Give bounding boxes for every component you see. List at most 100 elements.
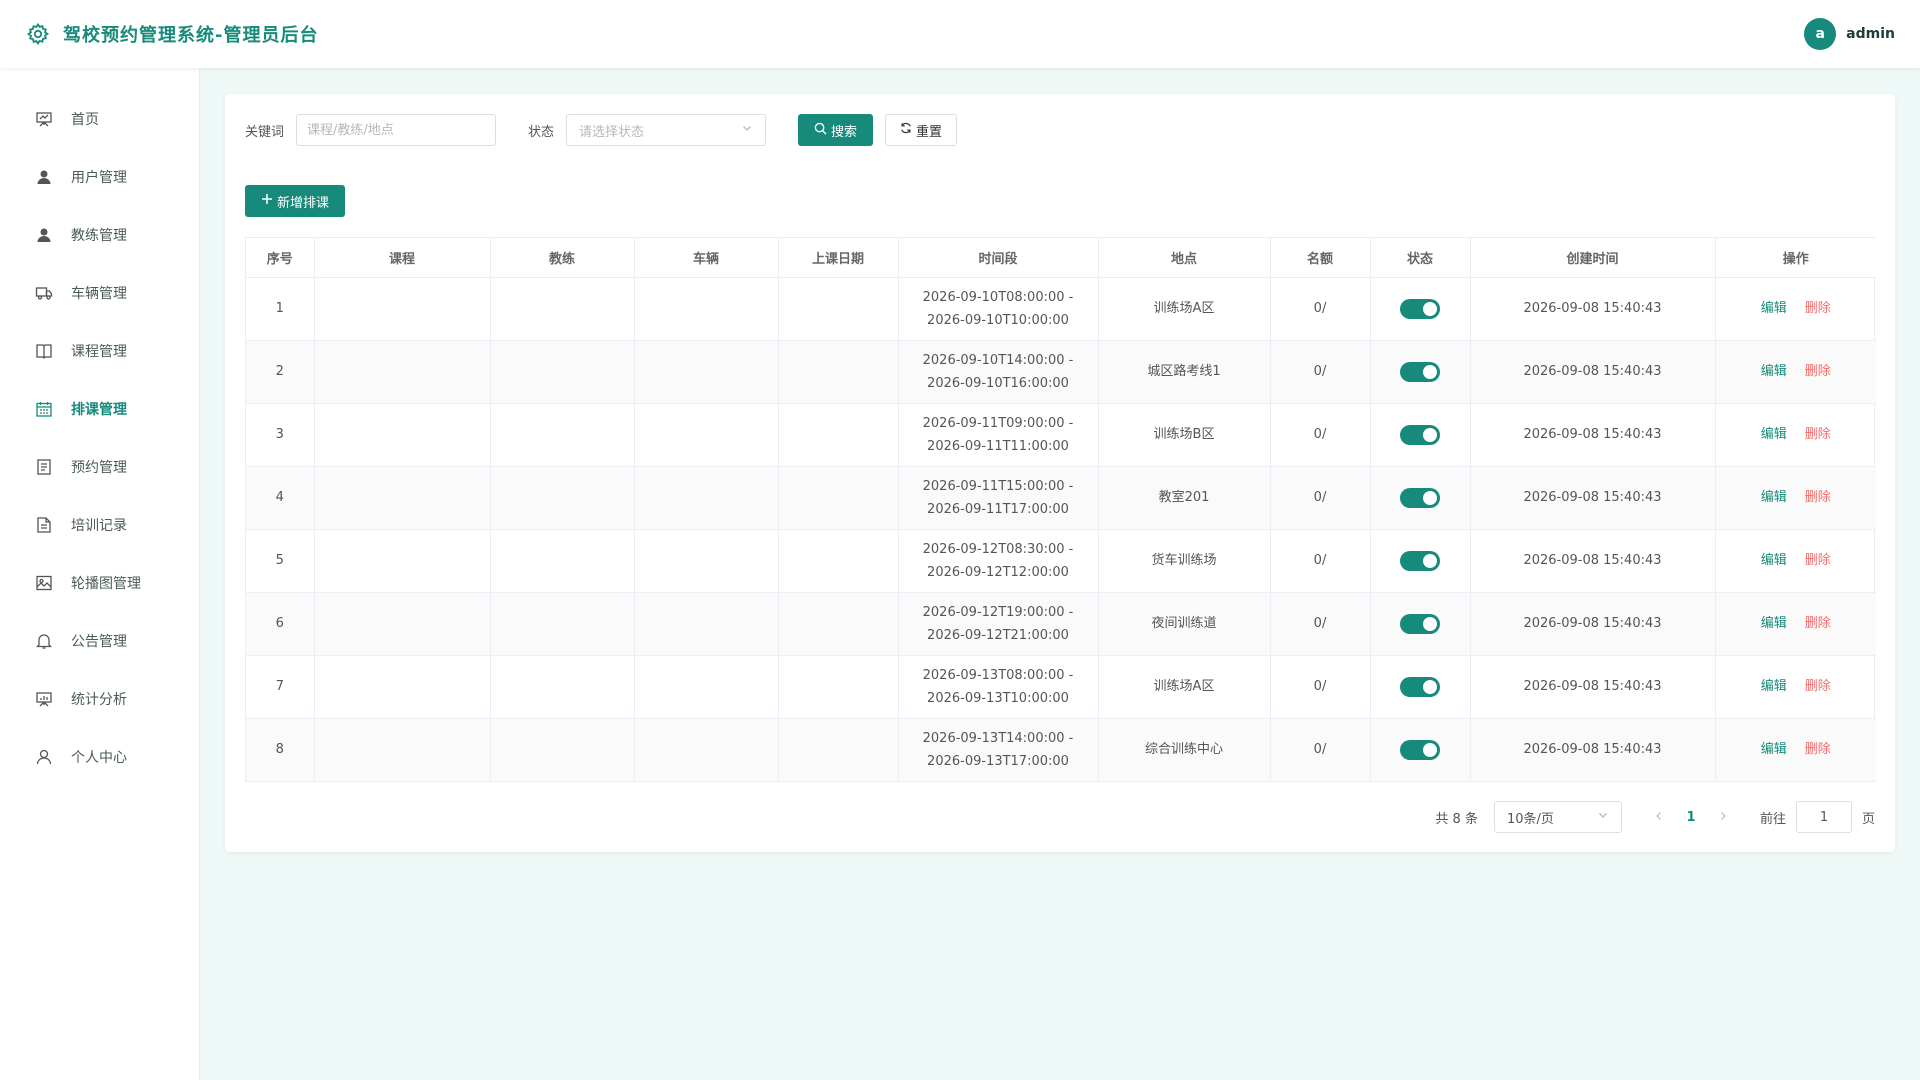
cell-created: 2026-09-08 15:40:43 bbox=[1470, 403, 1716, 467]
goto-label: 前往 bbox=[1759, 811, 1786, 827]
search-button[interactable]: 搜索 bbox=[798, 114, 874, 146]
edit-button[interactable]: 编辑 bbox=[1761, 490, 1787, 505]
page-size-select[interactable]: 10条/页 bbox=[1493, 801, 1622, 833]
reset-button[interactable]: 重置 bbox=[885, 114, 958, 146]
username[interactable]: admin bbox=[1846, 26, 1895, 42]
edit-button[interactable]: 编辑 bbox=[1761, 553, 1787, 568]
cell-course bbox=[314, 718, 491, 781]
cell-coach bbox=[490, 340, 635, 404]
sidebar-item-coaches[interactable]: 教练管理 bbox=[0, 206, 199, 264]
col-header: 创建时间 bbox=[1470, 238, 1716, 278]
status-toggle[interactable] bbox=[1400, 613, 1440, 634]
cell-no: 6 bbox=[246, 592, 315, 656]
chevron-right-icon[interactable] bbox=[1708, 810, 1738, 825]
cell-created: 2026-09-08 15:40:43 bbox=[1470, 277, 1716, 341]
table-row: 8 2026-09-13T14:00:00 - 2026-09-13T17:00:0… bbox=[246, 718, 1876, 781]
sidebar-item-home[interactable]: 首页 bbox=[0, 90, 199, 148]
keyword-input[interactable] bbox=[296, 114, 497, 146]
sidebar-item-bookings[interactable]: 预约管理 bbox=[0, 438, 199, 496]
cell-time-range: 2026-09-10T08:00:00 - 2026-09-10T10:00:00 bbox=[898, 277, 1099, 341]
sidebar-item-label: 培训记录 bbox=[71, 518, 127, 534]
edit-button[interactable]: 编辑 bbox=[1761, 616, 1787, 631]
cell-vehicle bbox=[634, 718, 779, 781]
sidebar-item-training-records[interactable]: 培训记录 bbox=[0, 496, 199, 554]
cell-course bbox=[314, 466, 491, 530]
delete-button[interactable]: 删除 bbox=[1805, 364, 1831, 379]
table-row: 6 2026-09-12T19:00:00 - 2026-09-12T21:00:0… bbox=[246, 592, 1876, 656]
user-menu[interactable]: a admin bbox=[1804, 18, 1895, 50]
time-end: 2026-09-11T11:00:00 bbox=[927, 438, 1069, 454]
cell-place: 城区路考线1 bbox=[1098, 340, 1271, 404]
sidebar-item-profile[interactable]: 个人中心 bbox=[0, 728, 199, 786]
delete-button[interactable]: 删除 bbox=[1805, 679, 1831, 694]
cell-no: 2 bbox=[246, 340, 315, 404]
page-size-value: 10条/页 bbox=[1506, 811, 1554, 827]
delete-button[interactable]: 删除 bbox=[1805, 427, 1831, 442]
status-select-placeholder: 请选择状态 bbox=[579, 124, 645, 140]
edit-button[interactable]: 编辑 bbox=[1761, 427, 1787, 442]
status-toggle[interactable] bbox=[1400, 550, 1440, 571]
cell-place: 教室201 bbox=[1098, 466, 1271, 530]
add-schedule-button[interactable]: 新增排课 bbox=[245, 185, 346, 217]
sidebar-item-schedule[interactable]: 排课管理 bbox=[0, 380, 199, 438]
user-icon bbox=[35, 226, 53, 244]
cell-date bbox=[778, 529, 899, 593]
refresh-icon bbox=[900, 122, 912, 138]
search-icon bbox=[814, 122, 827, 139]
status-toggle[interactable] bbox=[1400, 676, 1440, 697]
status-select[interactable]: 请选择状态 bbox=[566, 114, 767, 146]
cell-actions: 编辑 删除 bbox=[1715, 466, 1876, 530]
total-count: 共 8 条 bbox=[1435, 811, 1478, 827]
sidebar-item-label: 轮播图管理 bbox=[71, 576, 141, 592]
page-number-current[interactable]: 1 bbox=[1674, 810, 1708, 825]
table-row: 2 2026-09-10T14:00:00 - 2026-09-10T16:00:0… bbox=[246, 340, 1876, 404]
cell-quota: 0/ bbox=[1270, 718, 1371, 781]
sidebar-item-courses[interactable]: 课程管理 bbox=[0, 322, 199, 380]
sidebar-item-carousel[interactable]: 轮播图管理 bbox=[0, 554, 199, 612]
sidebar-item-label: 用户管理 bbox=[71, 170, 127, 186]
cell-no: 3 bbox=[246, 403, 315, 467]
sidebar-item-statistics[interactable]: 统计分析 bbox=[0, 670, 199, 728]
sidebar-item-notices[interactable]: 公告管理 bbox=[0, 612, 199, 670]
status-toggle[interactable] bbox=[1400, 487, 1440, 508]
cell-course bbox=[314, 340, 491, 404]
goto-page-input[interactable] bbox=[1795, 801, 1852, 833]
avatar[interactable]: a bbox=[1804, 18, 1837, 50]
cell-actions: 编辑 删除 bbox=[1715, 718, 1876, 781]
delete-button[interactable]: 删除 bbox=[1805, 490, 1831, 505]
chevron-left-icon[interactable] bbox=[1644, 810, 1674, 825]
cell-no: 7 bbox=[246, 655, 315, 719]
cell-vehicle bbox=[634, 340, 779, 404]
cell-date bbox=[778, 340, 899, 404]
bell-icon bbox=[35, 632, 53, 650]
cell-no: 4 bbox=[246, 466, 315, 530]
cell-date bbox=[778, 277, 899, 341]
status-toggle[interactable] bbox=[1400, 298, 1440, 319]
col-header: 车辆 bbox=[634, 238, 779, 278]
sidebar-item-users[interactable]: 用户管理 bbox=[0, 148, 199, 206]
edit-button[interactable]: 编辑 bbox=[1761, 301, 1787, 316]
app-title: 驾校预约管理系统-管理员后台 bbox=[63, 25, 319, 46]
delete-button[interactable]: 删除 bbox=[1805, 742, 1831, 757]
edit-button[interactable]: 编辑 bbox=[1761, 679, 1787, 694]
chart-board-icon bbox=[35, 690, 53, 708]
sidebar-item-vehicles[interactable]: 车辆管理 bbox=[0, 264, 199, 322]
cell-quota: 0/ bbox=[1270, 655, 1371, 719]
delete-button[interactable]: 删除 bbox=[1805, 616, 1831, 631]
user-icon bbox=[35, 168, 53, 186]
status-toggle[interactable] bbox=[1400, 739, 1440, 760]
sidebar-item-label: 个人中心 bbox=[71, 750, 127, 766]
table-header: 序号 课程 教练 车辆 上课日期 时间段 地点 名额 状态 创建时间 操作 bbox=[246, 238, 1876, 278]
status-toggle[interactable] bbox=[1400, 424, 1440, 445]
cell-created: 2026-09-08 15:40:43 bbox=[1470, 529, 1716, 593]
edit-button[interactable]: 编辑 bbox=[1761, 742, 1787, 757]
delete-button[interactable]: 删除 bbox=[1805, 553, 1831, 568]
edit-button[interactable]: 编辑 bbox=[1761, 364, 1787, 379]
delete-button[interactable]: 删除 bbox=[1805, 301, 1831, 316]
cell-coach bbox=[490, 655, 635, 719]
status-toggle[interactable] bbox=[1400, 361, 1440, 382]
cell-created: 2026-09-08 15:40:43 bbox=[1470, 340, 1716, 404]
search-button-label: 搜索 bbox=[831, 124, 858, 140]
cell-actions: 编辑 删除 bbox=[1715, 529, 1876, 593]
time-start: 2026-09-11T09:00:00 - bbox=[922, 415, 1074, 431]
